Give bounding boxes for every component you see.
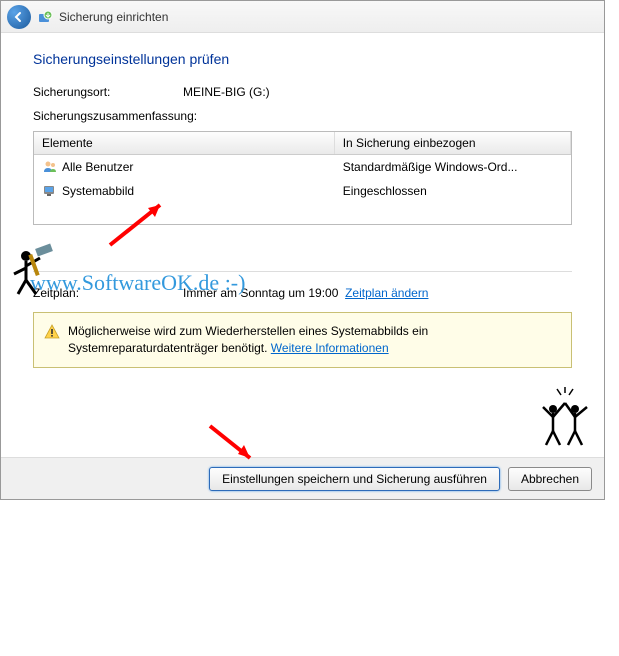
summary-list: Elemente In Sicherung einbezogen Alle Be… <box>33 131 572 225</box>
divider <box>33 271 572 272</box>
change-schedule-link[interactable]: Zeitplan ändern <box>345 286 428 300</box>
system-image-icon <box>42 183 58 199</box>
warning-icon <box>44 324 60 340</box>
schedule-row: Zeitplan: Immer am Sonntag um 19:00 Zeit… <box>33 286 572 300</box>
summary-header: Elemente In Sicherung einbezogen <box>34 132 571 155</box>
users-icon <box>42 159 58 175</box>
titlebar: Sicherung einrichten <box>1 1 604 33</box>
window-title: Sicherung einrichten <box>59 10 168 24</box>
content-area: Sicherungseinstellungen prüfen Sicherung… <box>1 33 604 384</box>
item-name: Systemabbild <box>62 184 134 198</box>
schedule-label: Zeitplan: <box>33 286 183 300</box>
backup-location-row: Sicherungsort: MEINE-BIG (G:) <box>33 85 572 99</box>
backup-icon <box>37 9 53 25</box>
list-item[interactable]: Alle Benutzer Standardmäßige Windows-Ord… <box>34 155 571 179</box>
backup-location-label: Sicherungsort: <box>33 85 183 99</box>
item-included: Eingeschlossen <box>335 181 571 201</box>
page-heading: Sicherungseinstellungen prüfen <box>33 51 572 67</box>
item-name: Alle Benutzer <box>62 160 133 174</box>
summary-label: Sicherungszusammenfassung: <box>33 109 572 123</box>
backup-wizard-window: Sicherung einrichten Sicherungseinstellu… <box>0 0 605 500</box>
cancel-button[interactable]: Abbrechen <box>508 467 592 491</box>
column-elements[interactable]: Elemente <box>34 132 335 154</box>
dialog-footer: Einstellungen speichern und Sicherung au… <box>1 457 604 499</box>
warning-text-container: Möglicherweise wird zum Wiederherstellen… <box>68 323 561 357</box>
schedule-value: Immer am Sonntag um 19:00 <box>183 286 338 300</box>
backup-location-value: MEINE-BIG (G:) <box>183 85 270 99</box>
list-item[interactable]: Systemabbild Eingeschlossen <box>34 179 571 203</box>
column-included[interactable]: In Sicherung einbezogen <box>335 132 571 154</box>
item-included: Standardmäßige Windows-Ord... <box>335 157 571 177</box>
save-and-run-button[interactable]: Einstellungen speichern und Sicherung au… <box>209 467 500 491</box>
arrow-left-icon <box>13 11 25 23</box>
more-info-link[interactable]: Weitere Informationen <box>271 341 389 355</box>
back-button[interactable] <box>7 5 31 29</box>
warning-box: Möglicherweise wird zum Wiederherstellen… <box>33 312 572 368</box>
